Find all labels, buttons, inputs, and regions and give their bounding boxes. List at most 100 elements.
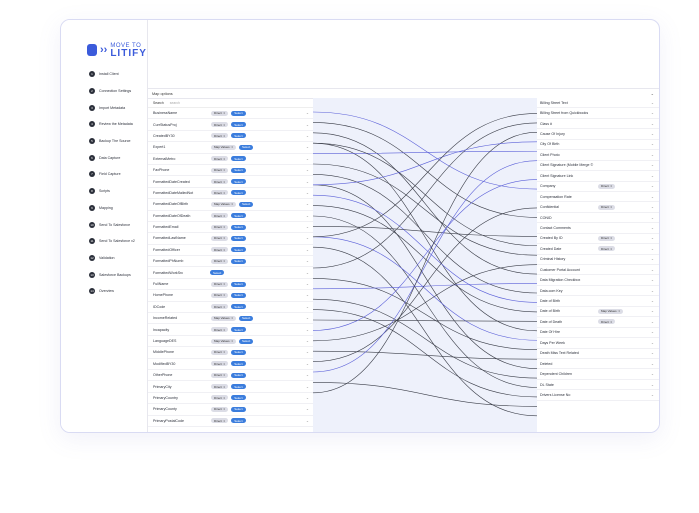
mapping-type-chip[interactable]: Direct ⇒ <box>211 304 229 310</box>
mapping-type-chip[interactable]: Direct ⇒ <box>598 319 616 325</box>
chevron-down-icon[interactable]: ⌄ <box>651 205 654 209</box>
chevron-down-icon[interactable]: ⌄ <box>306 362 309 366</box>
mapping-type-chip[interactable]: Map Values ⇒ <box>211 315 236 321</box>
chevron-down-icon[interactable]: ⌄ <box>651 362 654 366</box>
chevron-down-icon[interactable]: ⌄ <box>306 111 309 115</box>
chevron-down-icon[interactable]: ⌄ <box>651 101 654 105</box>
step-item[interactable]: 1 Install Client <box>89 66 147 83</box>
chevron-down-icon[interactable]: ⌄ <box>651 257 654 261</box>
chevron-down-icon[interactable]: ⌄ <box>651 153 654 157</box>
chevron-down-icon[interactable]: ⌄ <box>651 320 654 324</box>
select-button[interactable]: Select <box>231 292 246 298</box>
select-button[interactable]: Select <box>231 133 246 139</box>
mapping-type-chip[interactable]: Direct ⇒ <box>211 213 229 219</box>
mapping-type-chip[interactable]: Direct ⇒ <box>211 281 229 287</box>
mapping-type-chip[interactable]: Direct ⇒ <box>211 235 229 241</box>
chevron-down-icon[interactable]: ⌄ <box>651 226 654 230</box>
chevron-down-icon[interactable]: ⌄ <box>306 316 309 320</box>
mapping-type-chip[interactable]: Direct ⇒ <box>211 327 229 333</box>
mapping-type-chip[interactable]: Direct ⇒ <box>211 224 229 230</box>
mapping-type-chip[interactable]: Direct ⇒ <box>211 156 229 162</box>
chevron-down-icon[interactable]: ⌄ <box>651 174 654 178</box>
chevron-down-icon[interactable]: ⌄ <box>306 407 309 411</box>
step-item[interactable]: 8 Scripts <box>89 183 147 200</box>
chevron-down-icon[interactable]: ⌄ <box>651 122 654 126</box>
select-button[interactable]: Select <box>231 213 246 219</box>
chevron-down-icon[interactable]: ⌄ <box>651 341 654 345</box>
chevron-down-icon[interactable]: ⌄ <box>651 132 654 136</box>
step-item[interactable]: 4 Review the Metadata <box>89 116 147 133</box>
select-button[interactable]: Select <box>231 406 246 412</box>
select-button[interactable]: Select <box>231 384 246 390</box>
step-item[interactable]: 7 Field Capture <box>89 166 147 183</box>
chevron-down-icon[interactable]: ⌄ <box>651 111 654 115</box>
chevron-down-icon[interactable]: ⌄ <box>306 373 309 377</box>
chevron-down-icon[interactable]: ⌄ <box>651 163 654 167</box>
mapping-type-chip[interactable]: Direct ⇒ <box>211 122 229 128</box>
mapping-type-chip[interactable]: Direct ⇒ <box>211 292 229 298</box>
chevron-down-icon[interactable]: ⌄ <box>306 145 309 149</box>
chevron-down-icon[interactable]: ⌄ <box>306 271 309 275</box>
select-button[interactable]: Select <box>238 338 254 344</box>
chevron-down-icon[interactable]: ⌄ <box>306 339 309 343</box>
select-button[interactable]: Select <box>231 258 246 264</box>
chevron-down-icon[interactable]: ⌄ <box>651 372 654 376</box>
chevron-down-icon[interactable]: ⌄ <box>306 248 309 252</box>
step-item[interactable]: 14 Overview <box>89 283 147 300</box>
chevron-down-icon[interactable]: ⌄ <box>651 383 654 387</box>
select-button[interactable]: Select <box>231 110 246 116</box>
mapping-type-chip[interactable]: Direct ⇒ <box>598 246 616 252</box>
chevron-down-icon[interactable]: ⌄ <box>306 214 309 218</box>
chevron-down-icon[interactable]: ⌄ <box>306 305 309 309</box>
select-button[interactable]: Select <box>231 179 246 185</box>
step-item[interactable]: 10 Send To Salesforce <box>89 216 147 233</box>
chevron-down-icon[interactable]: ⌄ <box>306 282 309 286</box>
select-button[interactable]: Select <box>231 247 246 253</box>
select-button[interactable]: Select <box>231 372 246 378</box>
chevron-down-icon[interactable]: ⌄ <box>651 289 654 293</box>
chevron-down-icon[interactable]: ⌄ <box>306 385 309 389</box>
chevron-down-icon[interactable]: ⌄ <box>651 142 654 146</box>
step-item[interactable]: 6 Data Capture <box>89 149 147 166</box>
select-button[interactable]: Select <box>231 281 246 287</box>
select-button[interactable]: Select <box>231 190 246 196</box>
chevron-down-icon[interactable]: ⌄ <box>306 225 309 229</box>
mapping-type-chip[interactable]: Direct ⇒ <box>598 183 616 189</box>
mapping-type-chip[interactable]: Map Values ⇒ <box>211 144 236 150</box>
chevron-down-icon[interactable]: ⌄ <box>306 419 309 423</box>
chevron-down-icon[interactable]: ⌄ <box>651 309 654 313</box>
mapping-type-chip[interactable]: Direct ⇒ <box>211 406 229 412</box>
chevron-down-icon[interactable]: ⌄ <box>306 191 309 195</box>
mapping-type-chip[interactable]: Direct ⇒ <box>598 235 616 241</box>
chevron-down-icon[interactable]: ⌄ <box>306 328 309 332</box>
chevron-down-icon[interactable]: ⌄ <box>306 134 309 138</box>
chevron-down-icon[interactable]: ⌄ <box>651 236 654 240</box>
chevron-down-icon[interactable]: ⌄ <box>651 195 654 199</box>
mapping-type-chip[interactable]: Map Values ⇒ <box>598 308 623 314</box>
select-button[interactable]: Select <box>238 201 254 207</box>
chevron-down-icon[interactable]: ⌄ <box>651 278 654 282</box>
select-button[interactable]: Select <box>231 395 246 401</box>
chevron-down-icon[interactable]: ⌄ <box>651 184 654 188</box>
mapping-type-chip[interactable]: Direct ⇒ <box>211 179 229 185</box>
mapping-type-chip[interactable]: Direct ⇒ <box>211 418 229 424</box>
chevron-down-icon[interactable]: ⌄ <box>306 293 309 297</box>
chevron-down-icon[interactable]: ⌄ <box>306 259 309 263</box>
mapping-type-chip[interactable]: Direct ⇒ <box>598 204 616 210</box>
chevron-down-icon[interactable]: ⌄ <box>306 180 309 184</box>
step-item[interactable]: 13 Salesforce Backups <box>89 266 147 283</box>
mapping-type-chip[interactable]: Direct ⇒ <box>211 395 229 401</box>
mapping-type-chip[interactable]: Direct ⇒ <box>211 372 229 378</box>
chevron-down-icon[interactable]: ⌄ <box>306 123 309 127</box>
chevron-down-icon[interactable]: ⌄ <box>306 396 309 400</box>
select-button[interactable]: Select <box>231 349 246 355</box>
chevron-down-icon[interactable]: ⌄ <box>651 268 654 272</box>
mapping-type-chip[interactable]: Direct ⇒ <box>211 247 229 253</box>
step-item[interactable]: 2 Connection Settings <box>89 83 147 100</box>
mapping-type-chip[interactable]: Map Values ⇒ <box>211 338 236 344</box>
step-item[interactable]: 3 Import Metadata <box>89 99 147 116</box>
chevron-down-icon[interactable]: ⌄ <box>651 330 654 334</box>
step-item[interactable]: 12 Validation <box>89 250 147 267</box>
select-button[interactable]: Select <box>210 270 225 276</box>
select-button[interactable]: Select <box>231 235 246 241</box>
